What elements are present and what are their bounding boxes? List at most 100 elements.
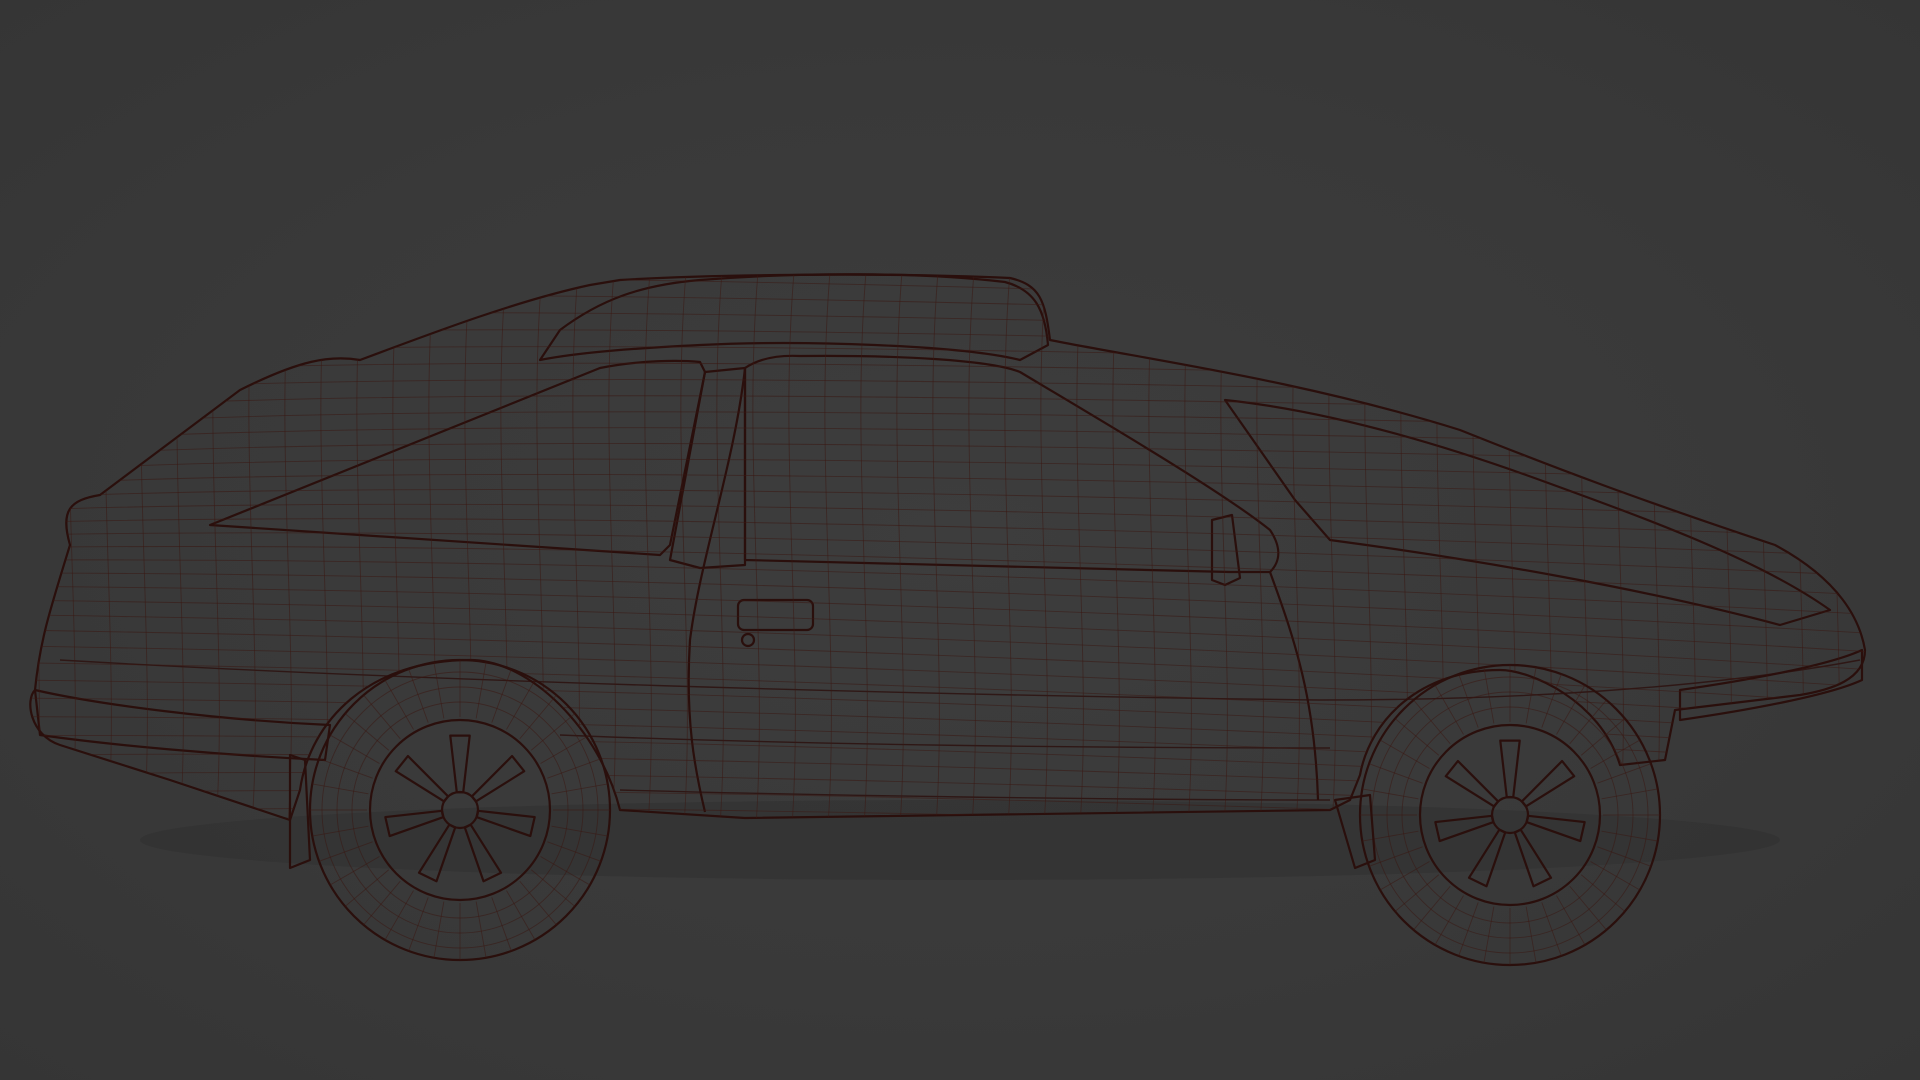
rim-spoke <box>1520 759 1576 808</box>
wire-line-h <box>30 546 1866 598</box>
tire-segment <box>506 890 536 941</box>
wire-line-v <box>1580 274 1589 820</box>
side-mirror[interactable] <box>1210 513 1242 587</box>
tire-segment <box>1413 699 1451 745</box>
wire-line-v <box>1328 274 1337 820</box>
rim-spoke <box>1499 739 1521 799</box>
tire-segment <box>475 662 487 719</box>
tire-segment <box>408 897 429 952</box>
tire-segment <box>1525 906 1537 963</box>
tire-segment <box>1541 902 1562 957</box>
wire-line-h <box>30 427 1866 447</box>
tire-segment <box>519 694 557 740</box>
rim-spoke <box>470 754 526 803</box>
tire-segment <box>433 901 445 958</box>
door-handle[interactable] <box>736 598 815 632</box>
tire-segment <box>344 713 390 751</box>
rear-window <box>208 359 707 557</box>
wire-line-v <box>248 274 257 820</box>
tire-segment <box>329 734 380 764</box>
wire-line-v <box>428 274 437 820</box>
wire-line-v <box>104 274 113 820</box>
rim-spoke <box>1444 759 1500 808</box>
wire-line-v <box>212 274 221 820</box>
tire-segment <box>540 734 591 764</box>
wire-line-v <box>1832 274 1841 820</box>
wire-line-v <box>1292 274 1301 820</box>
tire-segment <box>1597 763 1652 784</box>
wire-line-v <box>1004 274 1013 820</box>
lower-molding <box>559 734 1331 749</box>
rear-bumper <box>33 688 332 762</box>
wire-line-v <box>572 274 581 820</box>
wire-line-v <box>1148 274 1157 820</box>
tire-segment <box>363 880 401 926</box>
tire-segment <box>1601 788 1658 800</box>
body-crease <box>59 659 1861 701</box>
rim-spoke <box>449 734 471 794</box>
tire-segment <box>1483 906 1495 963</box>
wire-line-h <box>30 395 1866 415</box>
wire-line-h <box>30 532 1866 578</box>
tire-segment <box>1368 763 1423 784</box>
door-lock[interactable] <box>740 632 756 648</box>
tire-segment <box>1458 902 1479 957</box>
wire-line-v <box>32 274 41 820</box>
wire-line-h <box>30 443 1866 465</box>
wire-line-h <box>30 346 1866 372</box>
wire-line-v <box>1472 274 1481 820</box>
tire-segment <box>1483 667 1495 724</box>
wire-line-h <box>30 276 1866 321</box>
wire-line-v <box>1688 274 1697 820</box>
wire-line-v <box>176 274 185 820</box>
tire-segment <box>519 880 557 926</box>
wire-line-v <box>140 274 149 820</box>
wire-line-v <box>644 274 653 820</box>
rim-spoke <box>394 754 450 803</box>
tire-segment <box>1556 895 1586 946</box>
wire-line-h <box>30 716 1866 780</box>
tire-segment <box>344 869 390 907</box>
tire-segment <box>1413 885 1451 931</box>
tire-segment <box>1394 874 1440 912</box>
hood <box>1223 398 1832 627</box>
wire-line-v <box>1436 274 1445 820</box>
wire-line-h <box>30 379 1866 400</box>
wire-line-v <box>536 274 545 820</box>
tire-segment <box>433 662 445 719</box>
wire-line-v <box>1760 274 1769 820</box>
tire-segment <box>1569 699 1607 745</box>
wire-line-v <box>1869 250 1876 840</box>
wire-line-v <box>1724 274 1733 820</box>
tire-segment <box>1458 673 1479 728</box>
tire-segment <box>363 694 401 740</box>
tire-segment <box>318 758 373 779</box>
wire-line-h <box>30 518 1866 558</box>
tire-segment <box>312 783 369 795</box>
tire-segment <box>530 713 576 751</box>
3d-viewport[interactable] <box>0 0 1920 1080</box>
tire-segment <box>551 783 608 795</box>
wire-line-v <box>680 274 689 820</box>
wire-line-v <box>824 274 833 820</box>
wireframe-overlay <box>30 250 1876 840</box>
wire-line-h <box>30 329 1866 359</box>
tire-segment <box>475 901 487 958</box>
tire-segment <box>1434 684 1464 735</box>
tire-segment <box>491 668 512 723</box>
wire-line-v <box>1508 274 1517 820</box>
wire-line-h <box>30 362 1866 386</box>
wire-line-v <box>896 274 905 820</box>
wire-line-v <box>392 274 401 820</box>
tire-segment <box>1434 895 1464 946</box>
wire-line-v <box>1220 274 1229 820</box>
car-model[interactable] <box>0 0 1920 1080</box>
wire-line-v <box>1544 274 1553 820</box>
tire-segment <box>1569 885 1607 931</box>
wire-line-v <box>1184 274 1193 820</box>
tire-segment <box>547 758 602 779</box>
wire-line-v <box>284 274 293 820</box>
wire-line-v <box>1256 274 1265 820</box>
tire-segment <box>1379 739 1430 769</box>
wire-line-v <box>788 274 797 820</box>
